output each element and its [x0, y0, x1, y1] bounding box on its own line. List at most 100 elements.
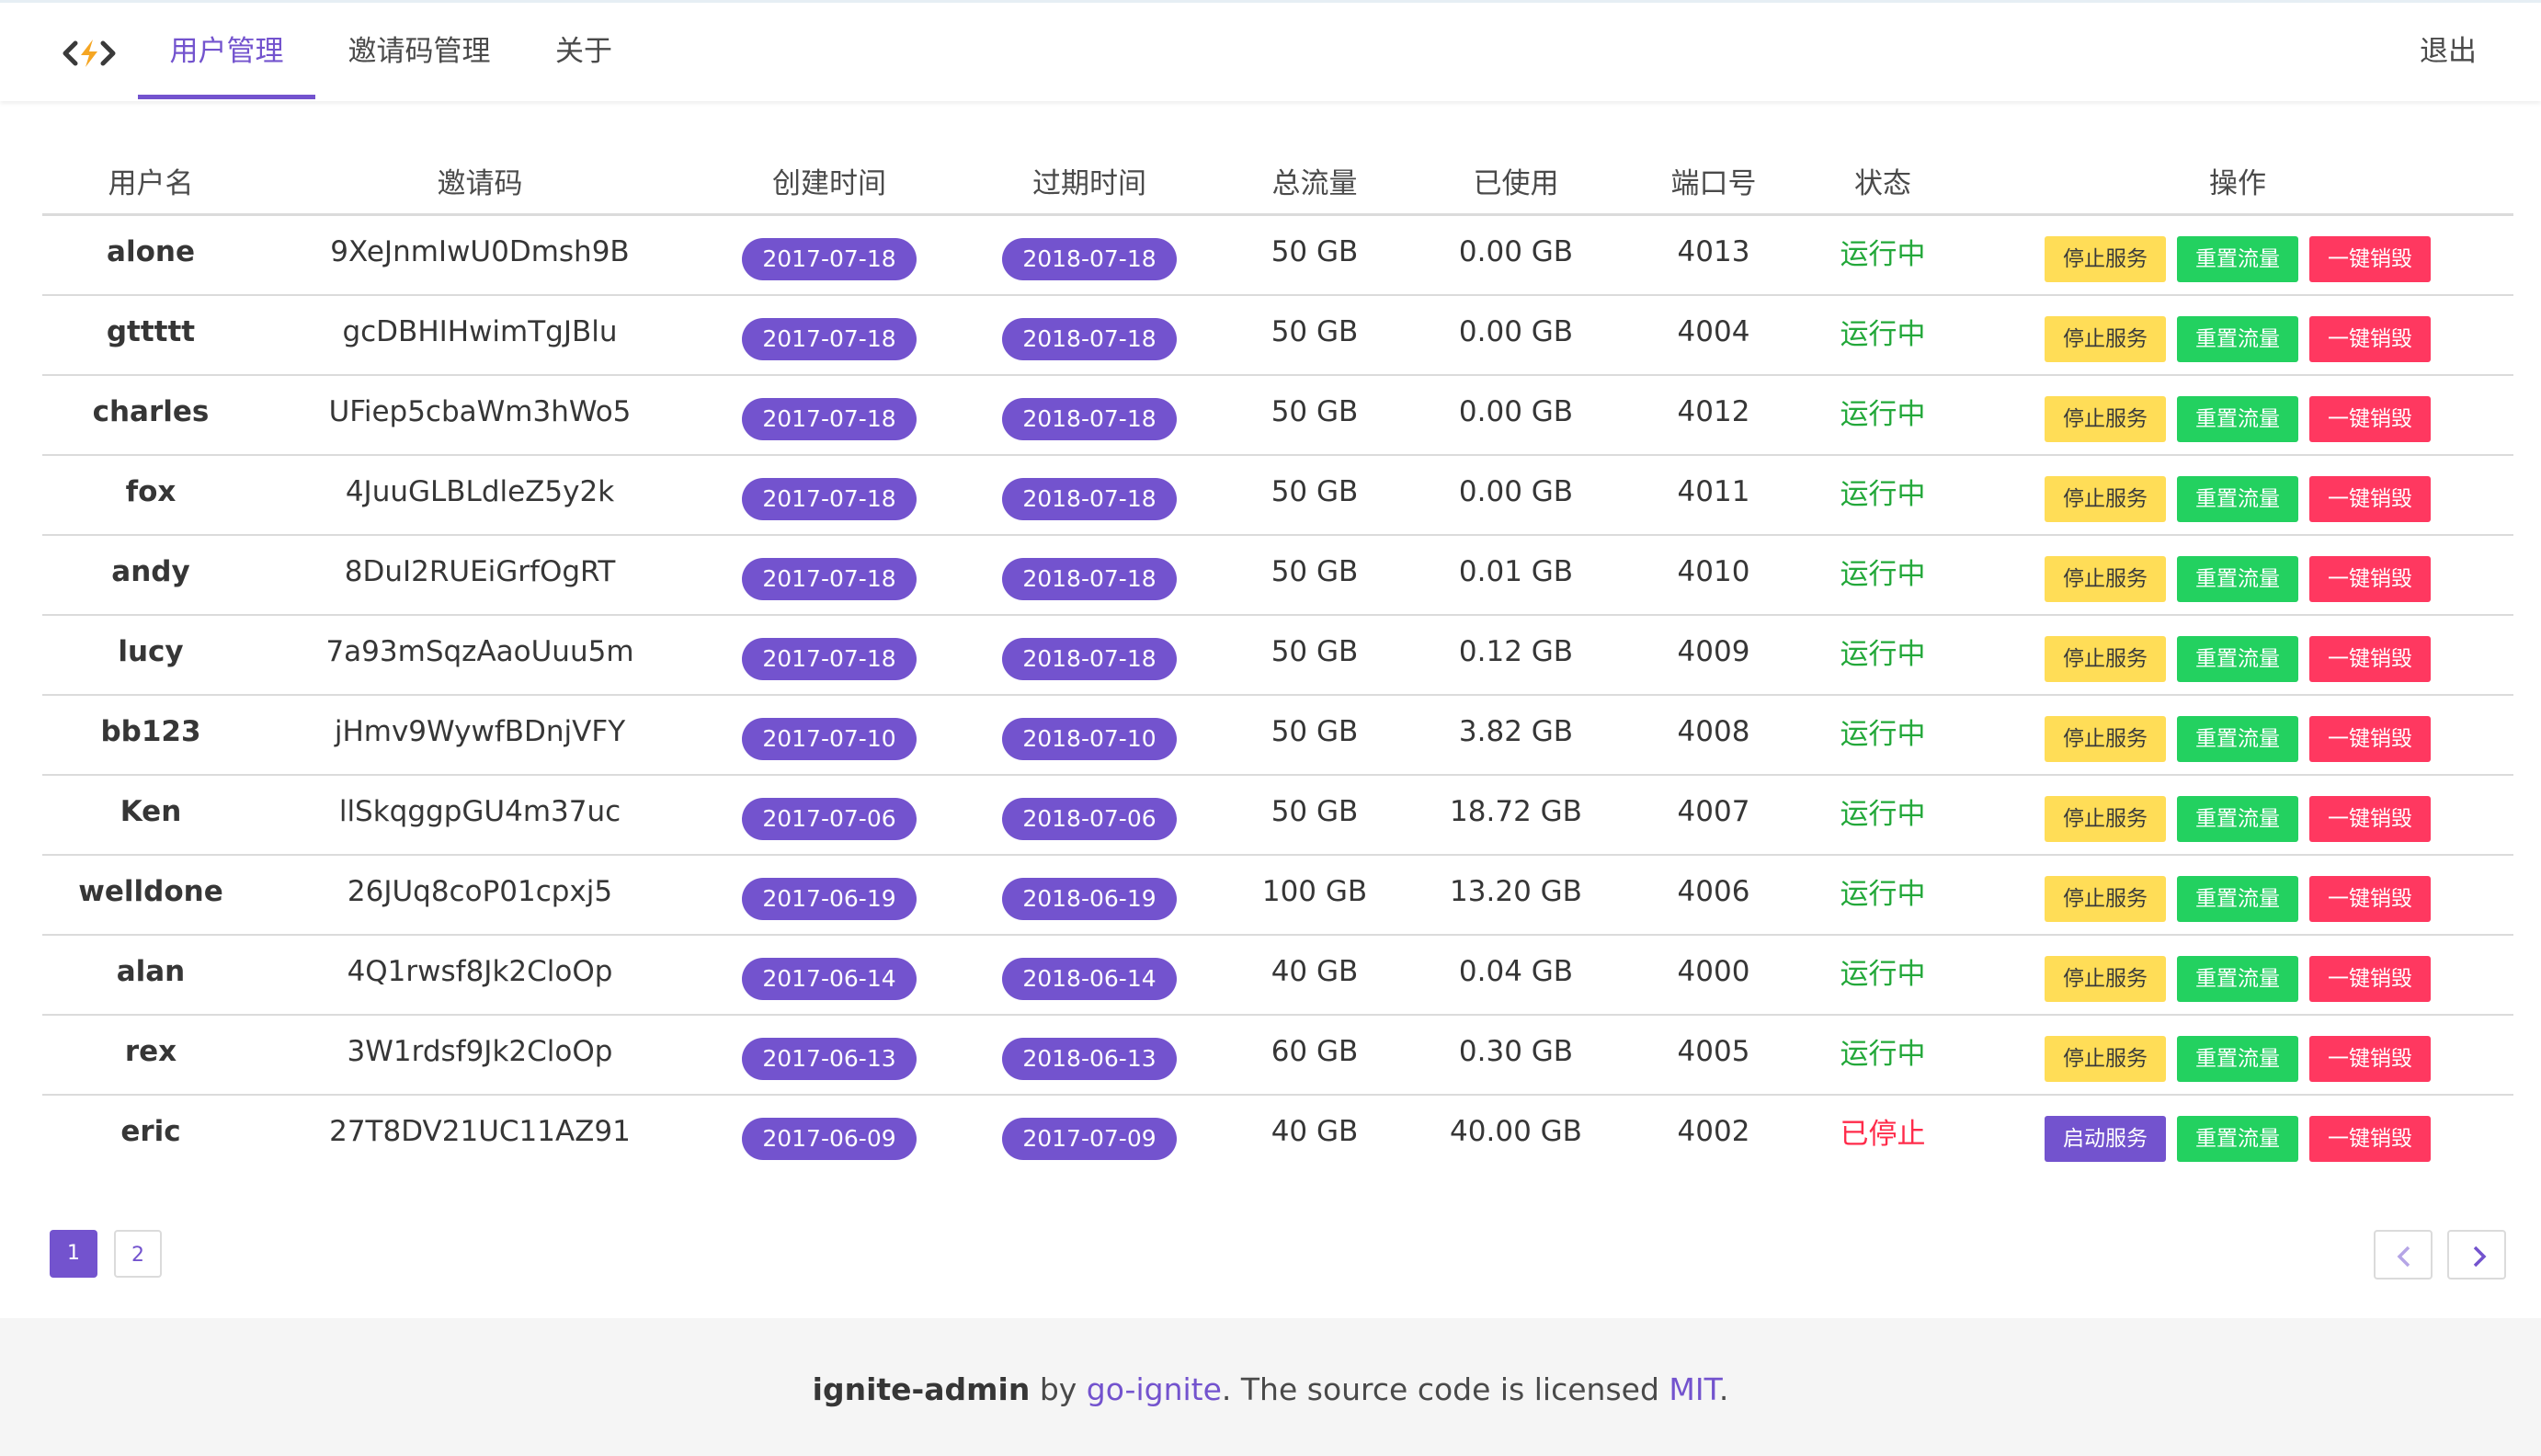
stop-service-button[interactable]: 停止服务 [2045, 795, 2166, 842]
logout-link[interactable]: 退出 [2420, 3, 2477, 101]
created-date-badge: 2017-07-10 [742, 717, 917, 760]
destroy-button[interactable]: 一键销毁 [2309, 235, 2431, 282]
reset-traffic-button[interactable]: 重置流量 [2177, 315, 2298, 362]
start-service-button[interactable]: 启动服务 [2045, 1115, 2166, 1162]
tab-invite-code-management[interactable]: 邀请码管理 [331, 3, 507, 101]
reset-traffic-button[interactable]: 重置流量 [2177, 715, 2298, 762]
destroy-button[interactable]: 一键销毁 [2309, 475, 2431, 522]
chevron-left-icon [2397, 1246, 2410, 1268]
destroy-button[interactable]: 一键销毁 [2309, 875, 2431, 922]
expires-date-badge: 2018-06-14 [1002, 957, 1177, 1000]
used-traffic-text: 3.82 GB [1458, 714, 1574, 748]
page-button-current[interactable]: 1 [50, 1230, 97, 1278]
expires-date-badge: 2018-07-18 [1002, 477, 1177, 520]
code-logo-icon[interactable] [63, 36, 116, 71]
port-text: 4005 [1677, 1034, 1750, 1068]
port-text: 4009 [1677, 634, 1750, 668]
destroy-button[interactable]: 一键销毁 [2309, 1035, 2431, 1082]
username-text: alan [116, 954, 186, 988]
header-created: 创建时间 [701, 147, 958, 216]
reset-traffic-button[interactable]: 重置流量 [2177, 1115, 2298, 1162]
destroy-button[interactable]: 一键销毁 [2309, 1115, 2431, 1162]
reset-traffic-button[interactable]: 重置流量 [2177, 235, 2298, 282]
reset-traffic-button[interactable]: 重置流量 [2177, 475, 2298, 522]
used-traffic-text: 0.12 GB [1458, 634, 1574, 668]
cell-created: 2017-07-06 [701, 775, 958, 856]
stop-service-button[interactable]: 停止服务 [2045, 235, 2166, 282]
footer-author-link[interactable]: go-ignite [1087, 1371, 1222, 1407]
cell-invite-code: 4JuuGLBLdleZ5y2k [259, 455, 701, 536]
reset-traffic-button[interactable]: 重置流量 [2177, 395, 2298, 442]
reset-traffic-button[interactable]: 重置流量 [2177, 795, 2298, 842]
port-text: 4013 [1677, 234, 1750, 268]
username-text: rex [124, 1034, 177, 1068]
cell-expires: 2017-07-09 [958, 1095, 1221, 1174]
status-text: 运行中 [1840, 798, 1926, 831]
total-traffic-text: 50 GB [1270, 474, 1359, 508]
destroy-button[interactable]: 一键销毁 [2309, 395, 2431, 442]
cell-created: 2017-06-19 [701, 855, 958, 936]
stop-service-button[interactable]: 停止服务 [2045, 715, 2166, 762]
destroy-button[interactable]: 一键销毁 [2309, 635, 2431, 682]
next-page-button[interactable] [2447, 1230, 2506, 1280]
stop-service-button[interactable]: 停止服务 [2045, 315, 2166, 362]
cell-total-traffic: 50 GB [1221, 775, 1408, 856]
destroy-button[interactable]: 一键销毁 [2309, 795, 2431, 842]
port-text: 4008 [1677, 714, 1750, 748]
table-row: Ken llSkqggpGU4m37uc 2017-07-06 2018-07-06 5… [42, 775, 2513, 856]
reset-traffic-button[interactable]: 重置流量 [2177, 635, 2298, 682]
reset-traffic-button[interactable]: 重置流量 [2177, 875, 2298, 922]
username-text: alone [107, 234, 195, 268]
total-traffic-text: 50 GB [1270, 554, 1359, 588]
action-buttons: 停止服务 重置流量 一键销毁 [1962, 555, 2513, 602]
action-buttons: 启动服务 重置流量 一键销毁 [1962, 1115, 2513, 1162]
stop-service-button[interactable]: 停止服务 [2045, 475, 2166, 522]
cell-actions: 停止服务 重置流量 一键销毁 [1962, 695, 2513, 776]
expires-date-badge: 2018-07-18 [1002, 237, 1177, 280]
created-date-badge: 2017-07-18 [742, 477, 917, 520]
status-text: 已停止 [1840, 1118, 1926, 1151]
destroy-button[interactable]: 一键销毁 [2309, 555, 2431, 602]
destroy-button[interactable]: 一键销毁 [2309, 955, 2431, 1002]
cell-used-traffic: 0.00 GB [1408, 375, 1624, 456]
reset-traffic-button[interactable]: 重置流量 [2177, 555, 2298, 602]
stop-service-button[interactable]: 停止服务 [2045, 635, 2166, 682]
cell-used-traffic: 0.04 GB [1408, 935, 1624, 1016]
cell-port: 4012 [1624, 375, 1804, 456]
cell-actions: 停止服务 重置流量 一键销毁 [1962, 775, 2513, 856]
stop-service-button[interactable]: 停止服务 [2045, 955, 2166, 1002]
active-tab-indicator [138, 95, 315, 99]
action-buttons: 停止服务 重置流量 一键销毁 [1962, 635, 2513, 682]
cell-used-traffic: 13.20 GB [1408, 855, 1624, 936]
stop-service-button[interactable]: 停止服务 [2045, 1035, 2166, 1082]
tab-about[interactable]: 关于 [538, 3, 630, 101]
cell-actions: 停止服务 重置流量 一键销毁 [1962, 855, 2513, 936]
cell-status: 运行中 [1804, 1015, 1962, 1096]
stop-service-button[interactable]: 停止服务 [2045, 555, 2166, 602]
port-text: 4000 [1677, 954, 1750, 988]
cell-port: 4011 [1624, 455, 1804, 536]
tab-user-management[interactable]: 用户管理 [138, 3, 315, 101]
cell-used-traffic: 0.00 GB [1408, 455, 1624, 536]
previous-page-button[interactable] [2374, 1230, 2433, 1280]
cell-total-traffic: 50 GB [1221, 695, 1408, 776]
reset-traffic-button[interactable]: 重置流量 [2177, 1035, 2298, 1082]
cell-expires: 2018-07-18 [958, 295, 1221, 376]
destroy-button[interactable]: 一键销毁 [2309, 715, 2431, 762]
footer-brand: ignite-admin [812, 1371, 1031, 1407]
page-button[interactable]: 2 [114, 1230, 162, 1278]
expires-date-badge: 2018-07-06 [1002, 797, 1177, 840]
footer-license-link[interactable]: MIT [1669, 1371, 1718, 1407]
reset-traffic-button[interactable]: 重置流量 [2177, 955, 2298, 1002]
cell-username: lucy [42, 615, 259, 696]
total-traffic-text: 60 GB [1270, 1034, 1359, 1068]
cell-actions: 停止服务 重置流量 一键销毁 [1962, 535, 2513, 616]
stop-service-button[interactable]: 停止服务 [2045, 875, 2166, 922]
stop-service-button[interactable]: 停止服务 [2045, 395, 2166, 442]
cell-expires: 2018-07-18 [958, 535, 1221, 616]
destroy-button[interactable]: 一键销毁 [2309, 315, 2431, 362]
created-date-badge: 2017-07-18 [742, 317, 917, 360]
username-text: andy [111, 554, 190, 588]
cell-total-traffic: 50 GB [1221, 455, 1408, 536]
cell-expires: 2018-07-06 [958, 775, 1221, 856]
